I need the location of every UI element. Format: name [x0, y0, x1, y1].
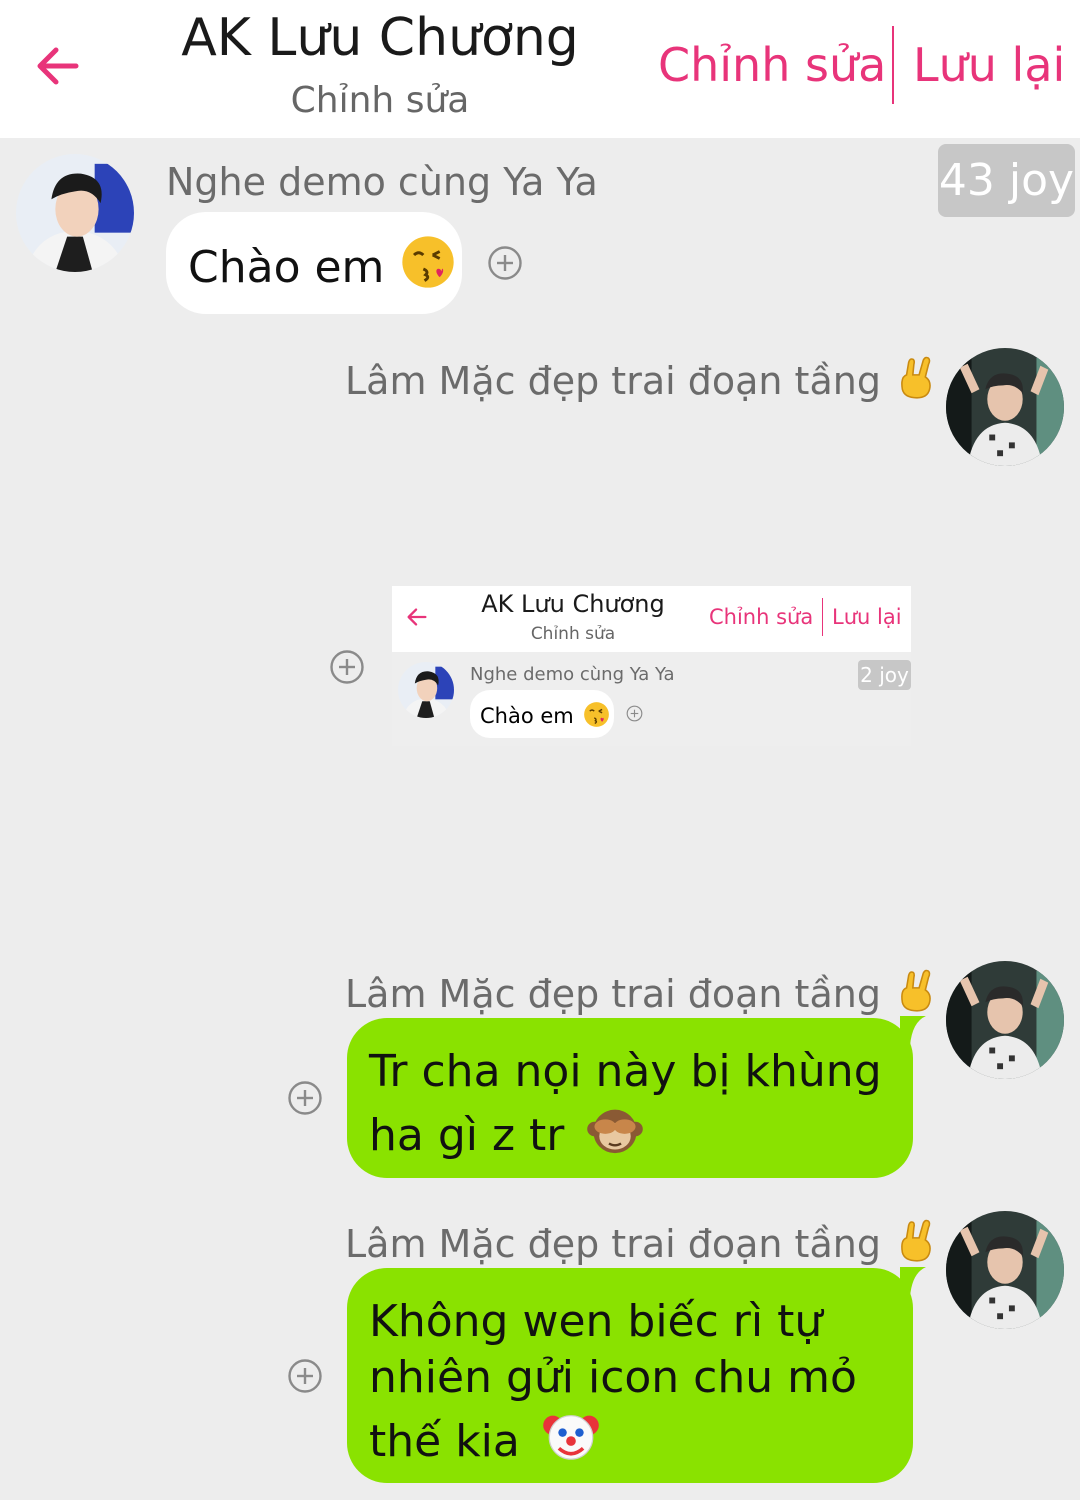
screenshot-title: AK Lưu Chương	[481, 590, 665, 618]
message-line: Không wen biếc rì tự	[369, 1296, 823, 1347]
top-bar: AK Lưu Chương Chỉnh sửa Chỉnh sửa Lưu lạ…	[0, 0, 1080, 138]
add-reaction-icon[interactable]	[487, 245, 523, 281]
screenshot-subtitle: Chỉnh sửa	[530, 624, 616, 644]
sender-name: Lâm Mặc đẹp trai đoạn tầng	[345, 354, 941, 403]
sender-name: Lâm Mặc đẹp trai đoạn tầng	[345, 967, 941, 1016]
screenshot-header-divider	[822, 598, 823, 636]
message-line: Tr cha nọi này bị khùng	[369, 1046, 882, 1097]
kissing-face-icon	[400, 234, 455, 290]
message-line-with-emoji: ha gì z tr	[369, 1100, 913, 1164]
sign-of-the-horns-icon	[901, 969, 931, 1012]
back-arrow-icon[interactable]	[30, 38, 86, 94]
header-divider	[892, 26, 894, 104]
sender-name: Nghe demo cùng Ya Ya	[166, 160, 598, 204]
message-line: nhiên gửi icon chu mỏ	[369, 1352, 857, 1403]
screenshot-save-label: Lưu lại	[832, 605, 902, 629]
screenshot-edit-label: Chỉnh sửa	[709, 605, 814, 629]
add-reaction-icon[interactable]	[287, 1358, 323, 1394]
message-bubble[interactable]: Chào em	[166, 212, 462, 314]
kissing-face-icon	[583, 701, 610, 728]
message-line: thế kia	[369, 1416, 520, 1467]
edit-button[interactable]: Chỉnh sửa	[658, 38, 886, 92]
message-bubble[interactable]: Không wen biếc rì tự nhiên gửi icon chu …	[347, 1268, 913, 1483]
avatar[interactable]	[946, 348, 1064, 466]
screenshot-header: AK Lưu Chương Chỉnh sửa Chỉnh sửa Lưu lạ…	[392, 586, 911, 652]
sender-name-text: Lâm Mặc đẹp trai đoạn tầng	[345, 972, 881, 1016]
clown-face-icon	[543, 1415, 599, 1460]
see-no-evil-monkey-icon	[587, 1109, 644, 1154]
sign-of-the-horns-icon	[901, 1219, 931, 1262]
sign-of-the-horns-icon	[901, 356, 931, 399]
joy-badge: 43 joy	[938, 144, 1075, 217]
screenshot-add-reaction-icon	[626, 705, 643, 722]
message-bubble[interactable]: Tr cha nọi này bị khùng ha gì z tr	[347, 1018, 913, 1178]
add-reaction-icon[interactable]	[287, 1080, 323, 1116]
add-reaction-icon[interactable]	[329, 649, 365, 685]
screenshot-bubble: Chào em	[470, 690, 614, 738]
message-line: ha gì z tr	[369, 1110, 565, 1161]
screenshot-joy-badge: 2 joy	[858, 660, 911, 690]
message-text: Chào em	[188, 242, 385, 293]
screenshot-image[interactable]: AK Lưu Chương Chỉnh sửa Chỉnh sửa Lưu lạ…	[392, 586, 911, 746]
screenshot-message-text: Chào em	[480, 704, 574, 728]
avatar[interactable]	[946, 961, 1064, 1079]
sender-name-text: Lâm Mặc đẹp trai đoạn tầng	[345, 359, 881, 403]
sender-name: Lâm Mặc đẹp trai đoạn tầng	[345, 1217, 941, 1266]
screenshot-avatar	[398, 662, 454, 718]
screenshot-sender-name: Nghe demo cùng Ya Ya	[470, 664, 675, 685]
save-button[interactable]: Lưu lại	[913, 38, 1065, 92]
avatar[interactable]	[946, 1211, 1064, 1329]
sender-name-text: Lâm Mặc đẹp trai đoạn tầng	[345, 1222, 881, 1266]
back-arrow-icon	[407, 608, 427, 626]
message-line-with-emoji: thế kia	[369, 1406, 913, 1470]
page-subtitle: Chỉnh sửa	[290, 80, 470, 121]
avatar[interactable]	[16, 154, 134, 272]
page-title: AK Lưu Chương	[181, 8, 579, 68]
